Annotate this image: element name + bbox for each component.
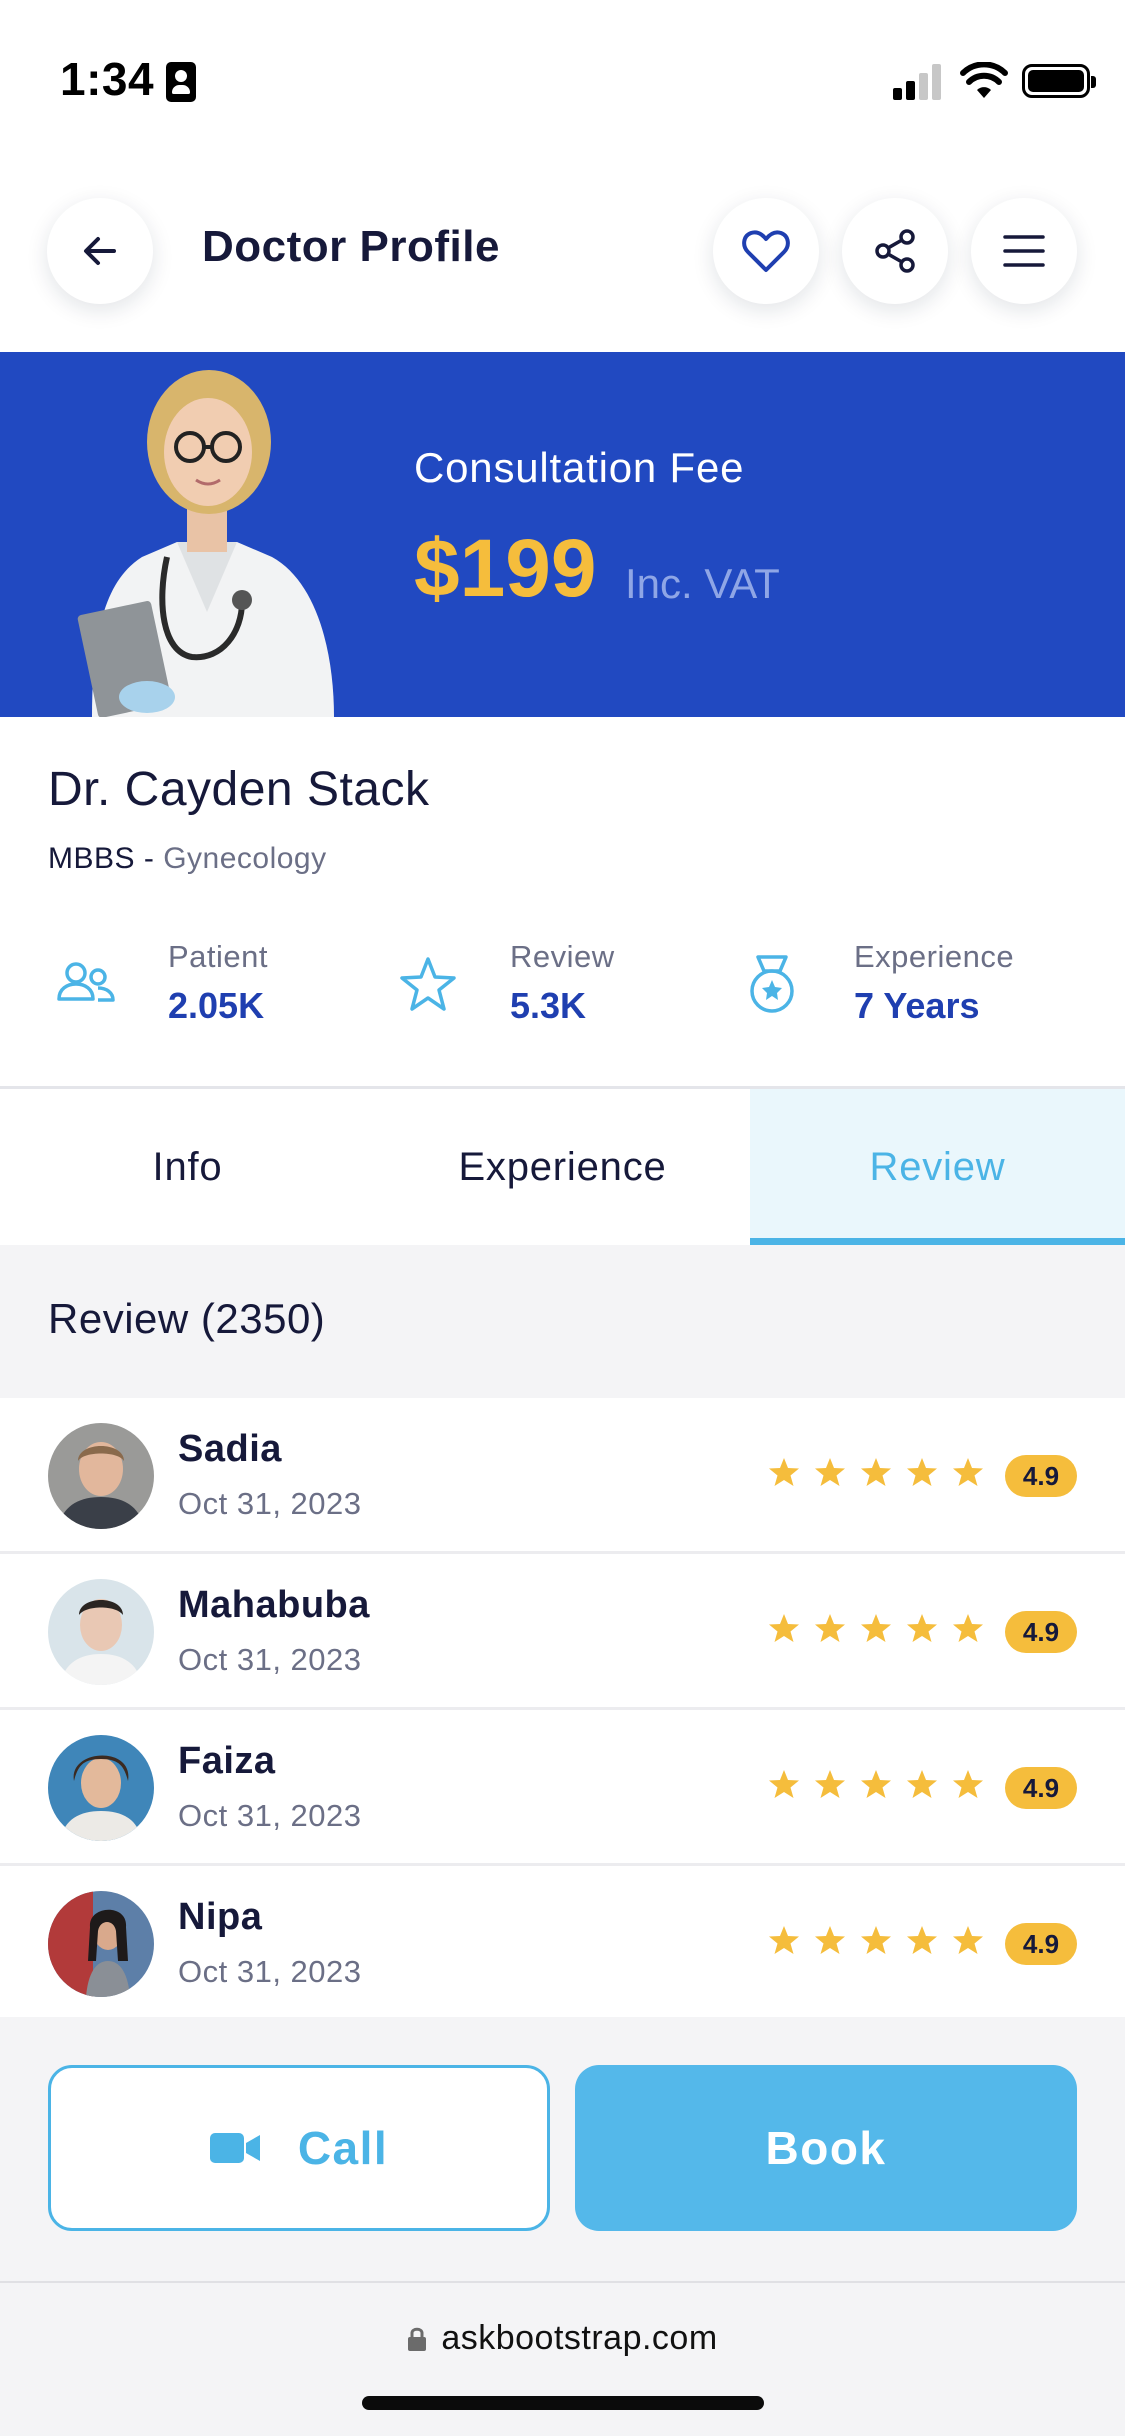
app-header: Doctor Profile bbox=[0, 150, 1125, 352]
url-text: askbootstrap.com bbox=[441, 2319, 718, 2357]
medal-icon bbox=[750, 955, 794, 1013]
status-time: 1:34 bbox=[60, 53, 155, 105]
star-icon bbox=[815, 1926, 845, 1954]
doctor-photo bbox=[72, 352, 342, 717]
tab-review[interactable]: Review bbox=[750, 1089, 1125, 1245]
star-icon bbox=[861, 1926, 891, 1954]
review-heading: Review (2350) bbox=[48, 1295, 326, 1342]
star-rating bbox=[768, 1612, 984, 1644]
home-indicator[interactable] bbox=[362, 2396, 764, 2410]
review-date: Oct 31, 2023 bbox=[178, 1486, 362, 1521]
reviewer-name: Faiza bbox=[178, 1740, 276, 1782]
favorite-button[interactable] bbox=[713, 198, 819, 304]
star-icon bbox=[815, 1614, 845, 1642]
star-icon bbox=[907, 1926, 937, 1954]
star-icon bbox=[907, 1770, 937, 1798]
browser-url-bar: askbootstrap.com bbox=[0, 2281, 1125, 2436]
star-icon bbox=[769, 1458, 799, 1486]
review-item[interactable]: Sadia Oct 31, 2023 4.9 bbox=[0, 1398, 1125, 1554]
video-camera-icon bbox=[209, 2133, 260, 2163]
star-icon bbox=[861, 1770, 891, 1798]
stat-value: 2.05K bbox=[168, 985, 265, 1026]
star-rating bbox=[768, 1924, 984, 1956]
stat-patient: Patient 2.05K bbox=[54, 935, 354, 1026]
reviewer-name: Sadia bbox=[178, 1428, 282, 1470]
doctor-specialty: Gynecology bbox=[163, 842, 327, 875]
star-rating bbox=[768, 1456, 984, 1488]
consultation-banner: Consultation Fee $199 Inc. VAT bbox=[0, 352, 1125, 717]
avatar bbox=[48, 1579, 154, 1685]
review-list: Sadia Oct 31, 2023 4.9 Mahabuba Oct 31, … bbox=[0, 1398, 1125, 2022]
fee-price: $199 bbox=[414, 523, 597, 614]
stat-value: 5.3K bbox=[510, 985, 587, 1026]
rating-badge: 4.9 bbox=[1005, 1923, 1077, 1965]
tab-info[interactable]: Info bbox=[0, 1089, 375, 1245]
menu-button[interactable] bbox=[971, 198, 1077, 304]
star-icon bbox=[953, 1458, 983, 1486]
star-icon bbox=[907, 1458, 937, 1486]
review-item[interactable]: Faiza Oct 31, 2023 4.9 bbox=[0, 1710, 1125, 1866]
star-icon bbox=[953, 1926, 983, 1954]
page-title: Doctor Profile bbox=[202, 222, 500, 271]
call-label: Call bbox=[297, 2122, 389, 2174]
users-icon bbox=[57, 962, 115, 1002]
fee-vat-note: Inc. VAT bbox=[625, 560, 780, 607]
review-item[interactable]: Mahabuba Oct 31, 2023 4.9 bbox=[0, 1554, 1125, 1710]
star-icon bbox=[815, 1458, 845, 1486]
heart-icon bbox=[742, 230, 790, 272]
reviewer-name: Mahabuba bbox=[178, 1584, 370, 1626]
avatar bbox=[48, 1735, 154, 1841]
stat-label: Experience bbox=[854, 939, 1015, 974]
star-icon bbox=[769, 1770, 799, 1798]
star-outline-icon bbox=[400, 957, 456, 1011]
stat-review: Review 5.3K bbox=[396, 935, 696, 1026]
rating-badge: 4.9 bbox=[1005, 1611, 1077, 1653]
stat-value: 7 Years bbox=[854, 985, 980, 1026]
review-date: Oct 31, 2023 bbox=[178, 1642, 362, 1677]
battery-icon bbox=[1022, 64, 1096, 98]
call-button[interactable]: Call bbox=[48, 2065, 550, 2231]
contact-card-icon bbox=[166, 62, 196, 102]
hamburger-menu-icon bbox=[1003, 235, 1045, 267]
tab-experience[interactable]: Experience bbox=[375, 1089, 750, 1245]
doctor-name: Dr. Cayden Stack bbox=[48, 763, 430, 816]
star-icon bbox=[769, 1614, 799, 1642]
stat-experience: Experience 7 Years bbox=[740, 935, 1080, 1026]
lock-icon bbox=[408, 2327, 427, 2351]
doctor-degree: MBBS - bbox=[48, 842, 164, 875]
star-icon bbox=[769, 1926, 799, 1954]
arrow-left-icon bbox=[84, 237, 116, 265]
back-button[interactable] bbox=[47, 198, 153, 304]
wifi-icon bbox=[960, 62, 1008, 98]
avatar bbox=[48, 1891, 154, 1997]
star-icon bbox=[953, 1770, 983, 1798]
stat-label: Patient bbox=[168, 939, 269, 974]
share-button[interactable] bbox=[842, 198, 948, 304]
avatar bbox=[48, 1423, 154, 1529]
status-bar: 1:34 bbox=[0, 0, 1125, 150]
star-icon bbox=[907, 1614, 937, 1642]
star-icon bbox=[861, 1614, 891, 1642]
review-section: Review (2350) Sadia Oct 31, 2023 4.9 Mah… bbox=[0, 1245, 1125, 2022]
profile-tabs: Info Experience Review bbox=[0, 1089, 1125, 1245]
stat-label: Review bbox=[510, 939, 615, 974]
review-date: Oct 31, 2023 bbox=[178, 1798, 362, 1833]
star-rating bbox=[768, 1768, 984, 1800]
book-button[interactable]: Book bbox=[575, 2065, 1077, 2231]
fee-label: Consultation Fee bbox=[414, 444, 745, 491]
url-display[interactable]: askbootstrap.com bbox=[0, 2319, 1125, 2358]
star-icon bbox=[815, 1770, 845, 1798]
share-icon bbox=[875, 229, 915, 273]
review-item[interactable]: Nipa Oct 31, 2023 4.9 bbox=[0, 1866, 1125, 2022]
rating-badge: 4.9 bbox=[1005, 1455, 1077, 1497]
reviewer-name: Nipa bbox=[178, 1896, 263, 1938]
star-icon bbox=[861, 1458, 891, 1486]
star-icon bbox=[953, 1614, 983, 1642]
review-date: Oct 31, 2023 bbox=[178, 1954, 362, 1989]
action-bar: Call Book bbox=[0, 2017, 1125, 2281]
cellular-signal-icon bbox=[893, 64, 943, 100]
book-label: Book bbox=[765, 2122, 887, 2174]
doctor-qualification: MBBS - Gynecology bbox=[48, 842, 327, 876]
rating-badge: 4.9 bbox=[1005, 1767, 1077, 1809]
